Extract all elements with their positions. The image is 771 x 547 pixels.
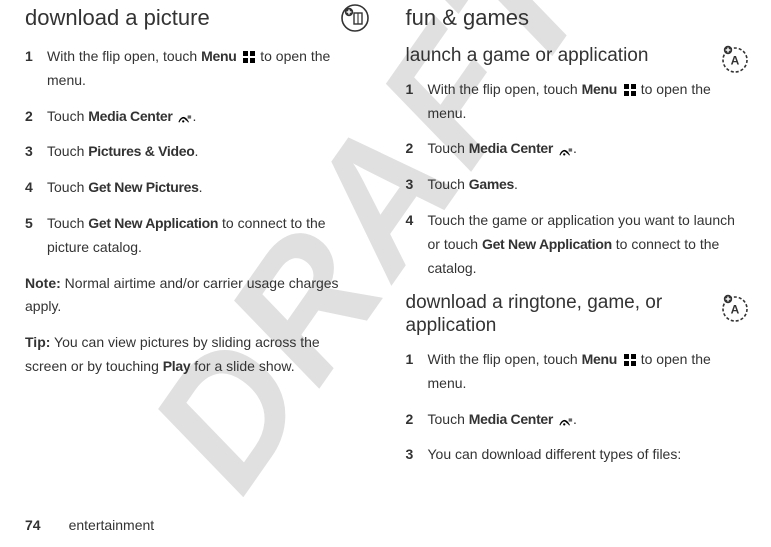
step-pre: Touch: [47, 143, 88, 159]
section2-heading: download a ringtone, game, or applicatio…: [406, 292, 747, 338]
step-pre: Touch: [428, 176, 469, 192]
signal-icon: [559, 143, 573, 157]
step-pre: Touch: [428, 140, 469, 156]
left-heading: download a picture: [25, 5, 366, 31]
note-text: Normal airtime and/or carrier usage char…: [25, 275, 339, 315]
step-number: 5: [25, 212, 47, 236]
right2-step: 3You can download different types of fil…: [406, 443, 747, 467]
badge-plus-a-icon: A: [720, 292, 750, 322]
note-paragraph: Note: Normal airtime and/or carrier usag…: [25, 272, 366, 320]
tip-bold: Play: [163, 358, 191, 374]
step-body: With the flip open, touch Menu to open t…: [428, 348, 747, 396]
step-body: Touch Games.: [428, 173, 747, 197]
step-pre: With the flip open, touch: [47, 48, 201, 64]
section1-heading: launch a game or application: [406, 45, 747, 68]
menu-grid-icon: [623, 83, 637, 97]
step-body: Touch Media Center .: [428, 408, 747, 432]
left-column: download a picture 1With the flip open, …: [25, 5, 366, 479]
tip-text-post: for a slide show.: [190, 358, 294, 374]
step-number: 1: [25, 45, 47, 69]
step-post: .: [514, 176, 518, 192]
step-number: 2: [25, 105, 47, 129]
step-number: 3: [406, 443, 428, 467]
step-number: 3: [406, 173, 428, 197]
content-columns: download a picture 1With the flip open, …: [0, 0, 771, 479]
right1-step: 2Touch Media Center .: [406, 137, 747, 161]
step-pre: Touch: [428, 411, 469, 427]
step-body: Touch Pictures & Video.: [47, 140, 366, 164]
step-post: .: [199, 179, 203, 195]
page-footer: 74 entertainment: [25, 517, 154, 533]
step-pre: Touch: [47, 108, 88, 124]
step-body: Touch the game or application you want t…: [428, 209, 747, 280]
step-bold: Media Center: [469, 140, 553, 156]
step-body: With the flip open, touch Menu to open t…: [428, 78, 747, 126]
tip-label: Tip:: [25, 334, 50, 350]
left-step: 5Touch Get New Application to connect to…: [25, 212, 366, 260]
right1-step: 1With the flip open, touch Menu to open …: [406, 78, 747, 126]
right-column: fun & games launch a game or application…: [406, 5, 747, 479]
step-number: 2: [406, 137, 428, 161]
menu-grid-icon: [242, 50, 256, 64]
right1-step: 3Touch Games.: [406, 173, 747, 197]
right2-step: 1With the flip open, touch Menu to open …: [406, 348, 747, 396]
left-step: 2Touch Media Center .: [25, 105, 366, 129]
note-label: Note:: [25, 275, 61, 291]
step-pre: With the flip open, touch: [428, 351, 582, 367]
step-number: 3: [25, 140, 47, 164]
badge-plus-a-icon: A: [720, 43, 750, 73]
left-step: 1With the flip open, touch Menu to open …: [25, 45, 366, 93]
step-number: 4: [406, 209, 428, 233]
right-heading: fun & games: [406, 5, 747, 31]
step-post: .: [194, 143, 198, 159]
left-step: 4Touch Get New Pictures.: [25, 176, 366, 200]
step-body: Touch Media Center .: [428, 137, 747, 161]
step-pre: Touch: [47, 179, 88, 195]
step-bold: Media Center: [88, 108, 172, 124]
step-bold: Menu: [582, 351, 617, 367]
step-number: 1: [406, 78, 428, 102]
step-body: Touch Get New Pictures.: [47, 176, 366, 200]
step-bold: Games: [469, 176, 514, 192]
step-pre: Touch: [47, 215, 88, 231]
step-body: Touch Get New Application to connect to …: [47, 212, 366, 260]
step-pre: With the flip open, touch: [428, 81, 582, 97]
step-bold: Get New Pictures: [88, 179, 198, 195]
signal-icon: [178, 110, 192, 124]
step-body: Touch Media Center .: [47, 105, 366, 129]
step-bold: Get New Application: [482, 236, 612, 252]
footer-section: entertainment: [69, 517, 155, 533]
step-bold: Menu: [582, 81, 617, 97]
step-bold: Menu: [201, 48, 236, 64]
step-bold: Media Center: [469, 411, 553, 427]
menu-grid-icon: [623, 353, 637, 367]
svg-text:A: A: [731, 54, 740, 68]
step-body: With the flip open, touch Menu to open t…: [47, 45, 366, 93]
step-number: 1: [406, 348, 428, 372]
step-body: You can download different types of file…: [428, 443, 747, 467]
page-number: 74: [25, 517, 41, 533]
step-post: .: [573, 140, 577, 156]
right2-step: 2Touch Media Center .: [406, 408, 747, 432]
tip-paragraph: Tip: You can view pictures by sliding ac…: [25, 331, 366, 379]
step-bold: Get New Application: [88, 215, 218, 231]
step-pre: You can download different types of file…: [428, 446, 682, 462]
svg-text:A: A: [731, 303, 740, 317]
signal-icon: [559, 413, 573, 427]
step-post: .: [192, 108, 196, 124]
step-post: .: [573, 411, 577, 427]
step-number: 2: [406, 408, 428, 432]
badge-plus-picture-icon: [340, 3, 370, 33]
left-step: 3Touch Pictures & Video.: [25, 140, 366, 164]
right1-step: 4Touch the game or application you want …: [406, 209, 747, 280]
step-bold: Pictures & Video: [88, 143, 194, 159]
step-number: 4: [25, 176, 47, 200]
